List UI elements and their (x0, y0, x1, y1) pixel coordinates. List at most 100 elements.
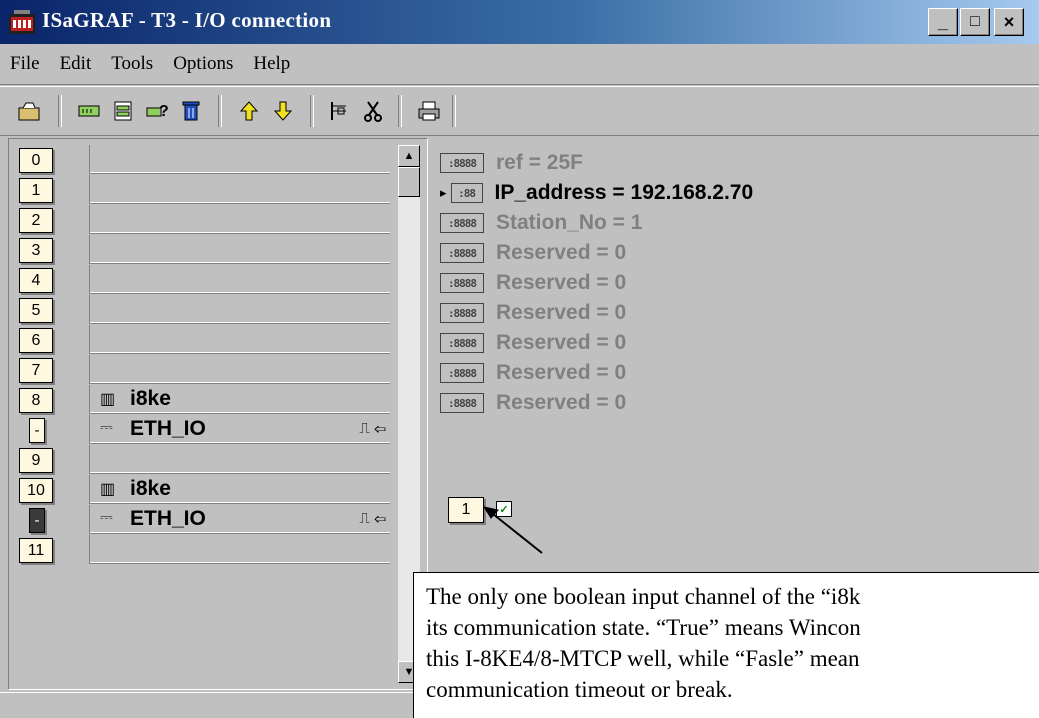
slot-row[interactable]: - ⎓ ETH_IO ⎍ ⇦ (15, 505, 393, 535)
slot-number[interactable]: 9 (19, 448, 53, 473)
slot-row[interactable]: 2 (15, 205, 393, 235)
slot-number[interactable]: 0 (19, 148, 53, 173)
delete-icon[interactable] (176, 97, 206, 125)
slot-field[interactable] (89, 145, 390, 174)
slot-row[interactable]: 0 (15, 145, 393, 175)
menu-edit[interactable]: Edit (60, 53, 92, 75)
slot-field[interactable]: ▥ i8ke (89, 385, 390, 414)
slot-number[interactable]: 1 (19, 178, 53, 203)
toolbar-separator (452, 95, 456, 127)
slot-row[interactable]: 4 (15, 265, 393, 295)
parameter-row[interactable]: :8888 Reserved = 0 (440, 388, 626, 418)
help-icon[interactable]: ? (142, 97, 172, 125)
slot-field[interactable] (89, 445, 390, 474)
slot-field[interactable] (89, 205, 390, 234)
slot-list-panel: 0 1 2 3 4 5 6 7 8 ▥ i8ke - ⎓ ETH_IO ⎍ ⇦ 9 10 ▥ i8ke - ⎓ ETH_I… (8, 138, 428, 690)
slot-field[interactable] (89, 355, 390, 384)
callout-text: The only one boolean input channel of th… (426, 584, 861, 702)
slot-row[interactable]: 6 (15, 325, 393, 355)
isagraf-window: ISaGRAF - T3 - I/O connection _ □ × File… (0, 0, 1039, 718)
status-bar (0, 692, 413, 718)
slot-number[interactable]: 3 (19, 238, 53, 263)
maximize-button[interactable]: □ (960, 8, 990, 36)
scroll-up-arrow-icon[interactable]: ▲ (398, 145, 420, 167)
menu-tools[interactable]: Tools (111, 53, 153, 75)
slot-number[interactable]: 2 (19, 208, 53, 233)
scroll-thumb[interactable] (398, 167, 420, 197)
minimize-button[interactable]: _ (928, 8, 958, 36)
toolbar-separator (310, 95, 314, 127)
parameter-row[interactable]: ▸:88 IP_address = 192.168.2.70 (440, 178, 753, 208)
menu-file[interactable]: File (10, 53, 40, 75)
slot-number[interactable]: 5 (19, 298, 53, 323)
board-icon: ▥ (100, 391, 116, 408)
slot-number[interactable]: 10 (19, 478, 53, 503)
slot-field[interactable] (89, 175, 390, 204)
slot-field[interactable]: ⎓ ETH_IO ⎍ ⇦ (89, 505, 390, 534)
slot-number[interactable]: 6 (19, 328, 53, 353)
slot-number[interactable]: - (29, 418, 45, 443)
parameter-row[interactable]: :8888 Reserved = 0 (440, 268, 626, 298)
library-icon[interactable] (108, 97, 138, 125)
move-up-icon[interactable] (234, 97, 264, 125)
slot-number[interactable]: 8 (19, 388, 53, 413)
slot-row[interactable]: 3 (15, 235, 393, 265)
slot-field[interactable]: ⎓ ETH_IO ⎍ ⇦ (89, 415, 390, 444)
parameter-row[interactable]: :8888 Reserved = 0 (440, 328, 626, 358)
isagraf-app-icon[interactable] (8, 8, 36, 36)
slot-field[interactable] (89, 265, 390, 294)
signal-direction-icon: ⎍ ⇦ (359, 420, 386, 437)
parameter-text: ref = 25F (496, 151, 583, 174)
menu-options[interactable]: Options (173, 53, 233, 75)
slot-row[interactable]: 1 (15, 175, 393, 205)
card-icon: ⎓ (100, 419, 113, 436)
move-down-icon[interactable] (268, 97, 298, 125)
slot-number[interactable]: 11 (19, 538, 53, 563)
slot-field[interactable] (89, 325, 390, 354)
slot-label: i8ke (130, 477, 171, 500)
svg-text:?: ? (159, 103, 169, 120)
parameter-row[interactable]: :8888 Station_No = 1 (440, 208, 642, 238)
toolbar-separator (218, 95, 222, 127)
parameter-type-icon: :8888 (440, 393, 484, 413)
slot-row[interactable]: 9 (15, 445, 393, 475)
parameter-type-icon: :8888 (440, 273, 484, 293)
slot-number[interactable]: - (29, 508, 45, 533)
slot-row[interactable]: 10 ▥ i8ke (15, 475, 393, 505)
channel-number[interactable]: 1 (448, 497, 484, 523)
connect-icon[interactable] (324, 97, 354, 125)
slot-field[interactable] (89, 235, 390, 264)
parameter-type-icon: :8888 (440, 303, 484, 323)
title-bar[interactable]: ISaGRAF - T3 - I/O connection _ □ × (0, 0, 1039, 44)
parameter-type-icon: :8888 (440, 363, 484, 383)
boolean-input-icon[interactable]: ✓ (496, 501, 512, 517)
parameter-row[interactable]: :8888 ref = 25F (440, 148, 583, 178)
menu-bar: File Edit Tools Options Help (0, 44, 1039, 85)
parameter-row[interactable]: :8888 Reserved = 0 (440, 358, 626, 388)
slot-field[interactable] (89, 295, 390, 324)
parameter-text: Station_No = 1 (496, 211, 643, 234)
toolbar-separator (398, 95, 402, 127)
slot-number[interactable]: 4 (19, 268, 53, 293)
parameter-text: IP_address = 192.168.2.70 (494, 181, 754, 204)
parameter-row[interactable]: :8888 Reserved = 0 (440, 238, 626, 268)
slot-row[interactable]: - ⎓ ETH_IO ⎍ ⇦ (15, 415, 393, 445)
slot-row[interactable]: 8 ▥ i8ke (15, 385, 393, 415)
slot-row[interactable]: 7 (15, 355, 393, 385)
print-icon[interactable] (414, 97, 444, 125)
close-button[interactable]: × (994, 8, 1024, 36)
selection-caret-icon: ▸ (440, 185, 447, 200)
slot-row[interactable]: 11 (15, 535, 393, 565)
parameter-row[interactable]: :8888 Reserved = 0 (440, 298, 626, 328)
slot-field[interactable] (89, 535, 390, 564)
slot-row[interactable]: 5 (15, 295, 393, 325)
parameter-text: Reserved = 0 (496, 361, 627, 384)
slot-field[interactable]: ▥ i8ke (89, 475, 390, 504)
menu-help[interactable]: Help (253, 53, 290, 75)
board-icon[interactable] (74, 97, 104, 125)
toolbar: ? (0, 86, 1039, 136)
open-icon[interactable] (14, 97, 44, 125)
cut-icon[interactable] (358, 97, 388, 125)
parameter-type-icon: :8888 (440, 333, 484, 353)
slot-number[interactable]: 7 (19, 358, 53, 383)
